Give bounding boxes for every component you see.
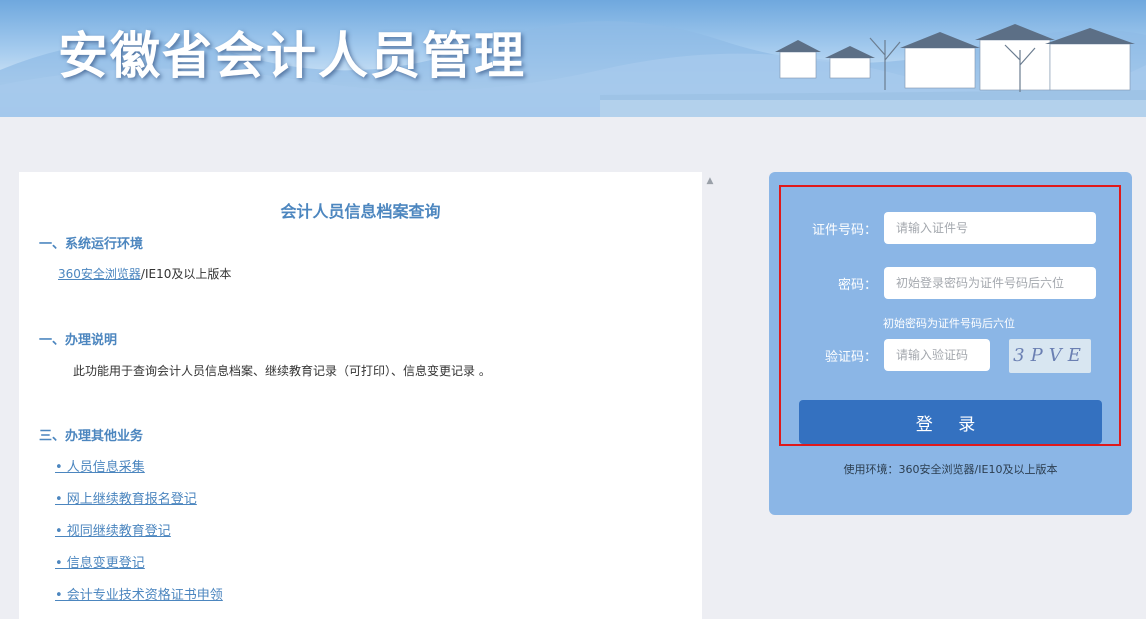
section-heading-environment: 一、系统运行环境: [39, 237, 144, 252]
info-title: 会计人员信息档案查询: [280, 202, 441, 221]
section-heading-instructions: 一、办理说明: [39, 333, 118, 348]
link-info-change-registration[interactable]: • 信息变更登记: [55, 552, 145, 571]
instructions-text: 此功能用于查询会计人员信息档案、继续教育记录（可打印）、信息变更记录 。: [73, 364, 491, 378]
browser-link[interactable]: 360安全浏览器: [58, 267, 141, 281]
environment-version-text: /IE10及以上版本: [140, 267, 232, 281]
password-hint: 初始密码为证件号码后六位: [883, 317, 1015, 330]
captcha-input[interactable]: [884, 339, 990, 371]
section-heading-other-business: 三、办理其他业务: [39, 429, 144, 444]
header-banner: 安徽省会计人员管理: [0, 0, 1146, 117]
scroll-up-arrow-icon[interactable]: ▲: [703, 174, 717, 188]
environment-line: 360安全浏览器/IE10及以上版本: [58, 265, 231, 282]
link-equivalent-education-registration[interactable]: • 视同继续教育登记: [55, 520, 171, 539]
site-title: 安徽省会计人员管理: [58, 27, 526, 85]
password-label: 密码：: [837, 278, 877, 293]
link-online-education-registration[interactable]: • 网上继续教育报名登记: [55, 488, 197, 507]
id-number-input[interactable]: [884, 212, 1096, 244]
environment-note: 使用环境：360安全浏览器/IE10及以上版本: [843, 463, 1058, 476]
info-panel: 会计人员信息档案查询 一、系统运行环境 360安全浏览器/IE10及以上版本 一…: [19, 172, 702, 619]
login-button[interactable]: 登 录: [799, 400, 1102, 444]
link-personnel-info-collection[interactable]: • 人员信息采集: [55, 456, 145, 475]
captcha-label: 验证码：: [824, 350, 877, 365]
link-certificate-application[interactable]: • 会计专业技术资格证书申领: [55, 584, 223, 603]
captcha-image[interactable]: 3PVE: [1009, 339, 1091, 373]
password-input[interactable]: [884, 267, 1096, 299]
id-number-label: 证件号码：: [811, 223, 877, 238]
